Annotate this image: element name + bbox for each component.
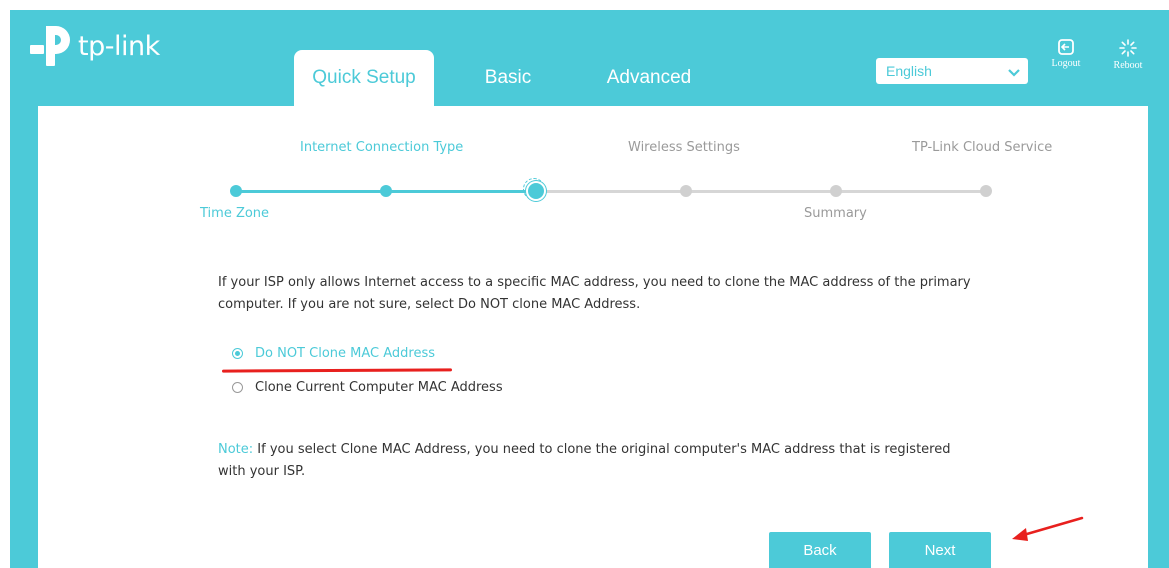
logo-text: tp-link bbox=[78, 30, 160, 62]
stepper-dot-4 bbox=[680, 185, 692, 197]
language-select-value: English bbox=[886, 63, 932, 79]
reboot-icon bbox=[1119, 39, 1137, 57]
stepper-dot-2 bbox=[380, 185, 392, 197]
tab-basic[interactable]: Basic bbox=[468, 50, 548, 106]
tp-link-logo-icon bbox=[26, 22, 74, 70]
radio-button-unchecked[interactable] bbox=[232, 382, 243, 393]
tab-advanced[interactable]: Advanced bbox=[592, 50, 706, 106]
language-select[interactable]: English bbox=[876, 58, 1028, 84]
annotation-underline bbox=[221, 368, 453, 373]
router-admin-frame: tp-link Quick Setup Basic Advanced Engli… bbox=[10, 10, 1169, 568]
note-text: Note: If you select Clone MAC Address, y… bbox=[218, 439, 978, 483]
step-label-wireless-settings: Wireless Settings bbox=[628, 140, 740, 155]
step-label-tp-link-cloud-service: TP-Link Cloud Service bbox=[912, 140, 1053, 155]
logout-icon bbox=[1058, 39, 1074, 55]
reboot-label: Reboot bbox=[1113, 60, 1143, 71]
content-panel: Internet Connection Type Wireless Settin… bbox=[38, 106, 1148, 568]
mac-clone-description: If your ISP only allows Internet access … bbox=[218, 275, 971, 312]
annotation-arrow-icon bbox=[998, 512, 1088, 556]
note-label: Note: bbox=[218, 442, 254, 457]
radio-clone-current-mac[interactable]: Clone Current Computer MAC Address bbox=[232, 380, 503, 395]
back-button[interactable]: Back bbox=[769, 532, 871, 568]
logout-label: Logout bbox=[1051, 58, 1081, 69]
radio-label: Clone Current Computer MAC Address bbox=[255, 380, 503, 395]
next-button[interactable]: Next bbox=[889, 532, 991, 568]
tp-link-logo: tp-link bbox=[26, 22, 160, 70]
step-label-time-zone: Time Zone bbox=[200, 206, 270, 221]
chevron-down-icon bbox=[1008, 65, 1020, 81]
reboot-button[interactable]: Reboot bbox=[1103, 38, 1153, 71]
stepper-dot-6 bbox=[980, 185, 992, 197]
radio-label: Do NOT Clone MAC Address bbox=[255, 346, 436, 361]
tab-quick-setup[interactable]: Quick Setup bbox=[294, 50, 434, 106]
stepper-dot-summary bbox=[830, 185, 842, 197]
step-label-internet-connection-type: Internet Connection Type bbox=[300, 140, 464, 155]
note-body: If you select Clone MAC Address, you nee… bbox=[218, 442, 951, 479]
radio-button-checked[interactable] bbox=[232, 348, 243, 359]
stepper-remaining-line bbox=[536, 190, 988, 193]
logout-button[interactable]: Logout bbox=[1041, 38, 1091, 69]
radio-do-not-clone-mac[interactable]: Do NOT Clone MAC Address bbox=[232, 346, 435, 361]
step-label-summary: Summary bbox=[804, 206, 867, 221]
stepper-dot-time-zone bbox=[230, 185, 242, 197]
stepper-dot-current bbox=[528, 183, 544, 199]
